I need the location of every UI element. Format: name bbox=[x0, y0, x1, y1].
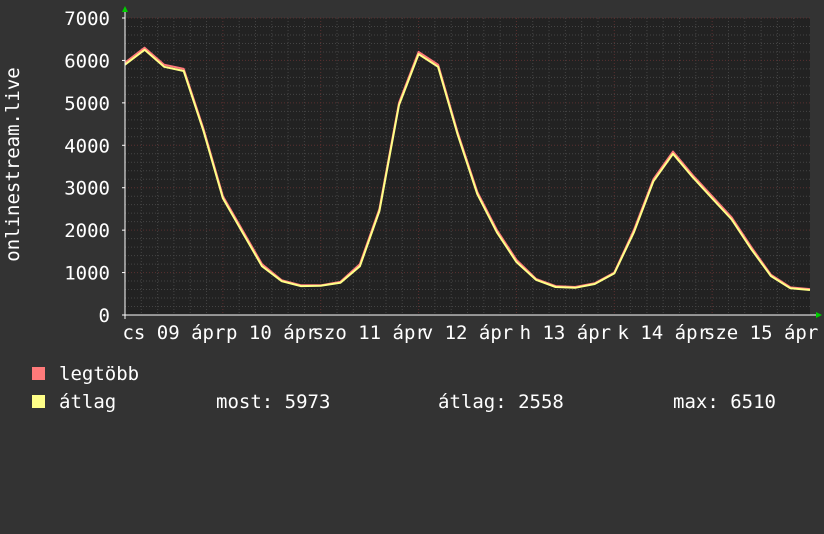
stream-chart: 0 1000 2000 3000 4000 5000 6000 7000 cs 09 ápr p … bbox=[2, 6, 822, 344]
legend-row-avg: átlag most: 5973 átlag: 2558 max: 6510 bbox=[32, 390, 812, 414]
y-tick-label: 3000 bbox=[64, 178, 110, 200]
legend-row-max: legtöbb bbox=[32, 362, 139, 386]
y-tick-label: 2000 bbox=[64, 220, 110, 242]
stat-now: most: 5973 bbox=[216, 391, 331, 413]
y-tick-label: 6000 bbox=[64, 50, 110, 72]
x-tick-label: k 14 ápr bbox=[617, 322, 709, 344]
x-axis-arrow bbox=[816, 312, 822, 318]
legend-swatch-max bbox=[32, 367, 45, 380]
x-tick-label: sze 15 ápr bbox=[704, 322, 818, 344]
stat-avg: átlag: 2558 bbox=[438, 391, 564, 413]
y-axis-title: onlinestream.live bbox=[2, 67, 24, 261]
x-tick-label: v 12 ápr bbox=[422, 322, 514, 344]
legend-label-max: legtöbb bbox=[59, 363, 140, 385]
y-tick-label: 5000 bbox=[64, 93, 110, 115]
y-tick-label: 4000 bbox=[64, 135, 110, 157]
y-axis-arrow bbox=[122, 6, 128, 12]
x-tick-label: p 10 ápr bbox=[226, 322, 318, 344]
legend-label-avg: átlag bbox=[59, 391, 117, 413]
x-tick-label: szo 11 ápr bbox=[312, 322, 426, 344]
stat-max: max: 6510 bbox=[673, 391, 776, 413]
y-tick-label: 7000 bbox=[64, 8, 110, 30]
legend-swatch-avg bbox=[32, 395, 45, 408]
y-tick-label: 1000 bbox=[64, 263, 110, 285]
x-tick-label: cs 09 ápr bbox=[122, 322, 225, 344]
y-tick-label: 0 bbox=[99, 305, 110, 327]
x-tick-label: h 13 ápr bbox=[520, 322, 612, 344]
